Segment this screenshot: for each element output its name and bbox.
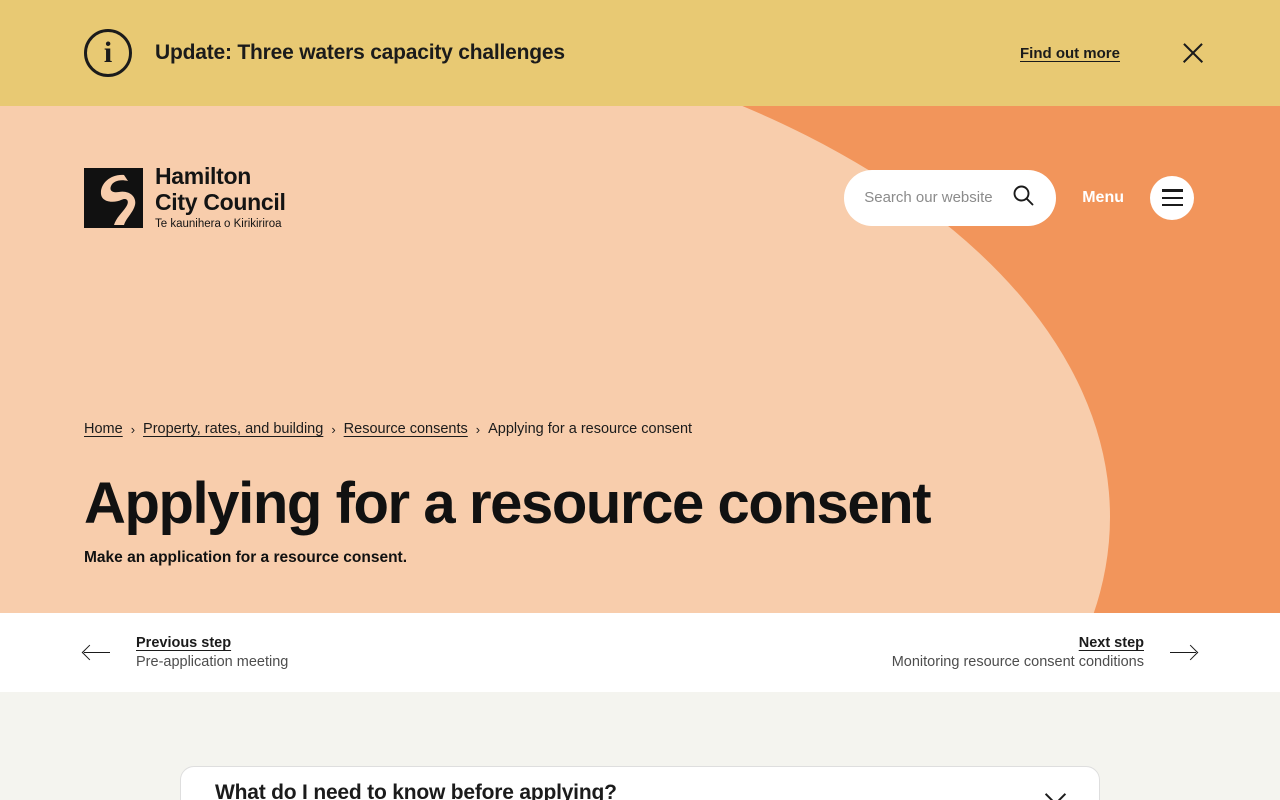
search-input[interactable] — [864, 189, 1000, 207]
alert-actions: Find out more — [1020, 38, 1208, 68]
river-curve-logo-mark — [84, 167, 143, 228]
breadcrumb-separator: › — [475, 421, 481, 437]
logo-line-2: City Council — [155, 189, 286, 215]
next-step-link[interactable]: Next step Monitoring resource consent co… — [892, 635, 1196, 670]
find-out-more-link[interactable]: Find out more — [1020, 45, 1120, 62]
accordion-item[interactable]: What do I need to know before applying? — [180, 766, 1100, 800]
breadcrumb-item-current: Applying for a resource consent — [488, 421, 693, 437]
breadcrumb-item-resource-consents[interactable]: Resource consents — [344, 421, 468, 437]
search-box[interactable] — [844, 169, 1057, 226]
header-actions: Menu — [844, 169, 1194, 226]
previous-step-text: Previous step Pre-application meeting — [136, 635, 288, 670]
breadcrumb-separator: › — [130, 421, 136, 437]
previous-step-link[interactable]: Previous step Pre-application meeting — [84, 635, 288, 670]
chevron-down-icon[interactable] — [1045, 787, 1065, 799]
breadcrumb-item-property-rates-building[interactable]: Property, rates, and building — [143, 421, 323, 437]
site-header: Hamilton City Council Te kaunihera o Kir… — [84, 165, 1194, 231]
breadcrumb-item-home[interactable]: Home — [84, 421, 123, 437]
site-logo[interactable]: Hamilton City Council Te kaunihera o Kir… — [84, 165, 286, 231]
alert-message: Update: Three waters capacity challenges — [155, 41, 565, 64]
page-title: Applying for a resource consent — [84, 471, 932, 536]
hamburger-menu-icon[interactable] — [1150, 175, 1194, 220]
next-step-label: Next step — [1078, 635, 1144, 651]
logo-line-1: Hamilton — [155, 163, 251, 189]
info-circle-icon: i — [84, 29, 132, 77]
hero-section: Hamilton City Council Te kaunihera o Kir… — [0, 106, 1280, 613]
page-subtitle: Make an application for a resource conse… — [84, 549, 408, 566]
logo-line-3: Te kaunihera o Kirikiriroa — [155, 218, 282, 230]
step-navigation: Previous step Pre-application meeting Ne… — [0, 613, 1280, 692]
accordion-title: What do I need to know before applying? — [215, 781, 617, 800]
next-step-description: Monitoring resource consent conditions — [891, 654, 1144, 670]
breadcrumb: Home › Property, rates, and building › R… — [84, 421, 692, 437]
breadcrumb-separator: › — [331, 421, 336, 437]
close-icon[interactable] — [1178, 38, 1208, 68]
arrow-right-icon — [1170, 644, 1196, 662]
menu-label[interactable]: Menu — [1082, 189, 1124, 207]
previous-step-label: Previous step — [136, 635, 232, 651]
alert-banner: i Update: Three waters capacity challeng… — [0, 0, 1280, 106]
alert-message-group: i Update: Three waters capacity challeng… — [84, 29, 1020, 77]
arrow-left-icon — [84, 644, 110, 662]
previous-step-description: Pre-application meeting — [136, 654, 289, 670]
search-icon[interactable] — [1012, 184, 1034, 211]
content-section: What do I need to know before applying? — [0, 692, 1280, 800]
logo-wordmark: Hamilton City Council Te kaunihera o Kir… — [155, 165, 286, 231]
next-step-text: Next step Monitoring resource consent co… — [892, 635, 1144, 670]
